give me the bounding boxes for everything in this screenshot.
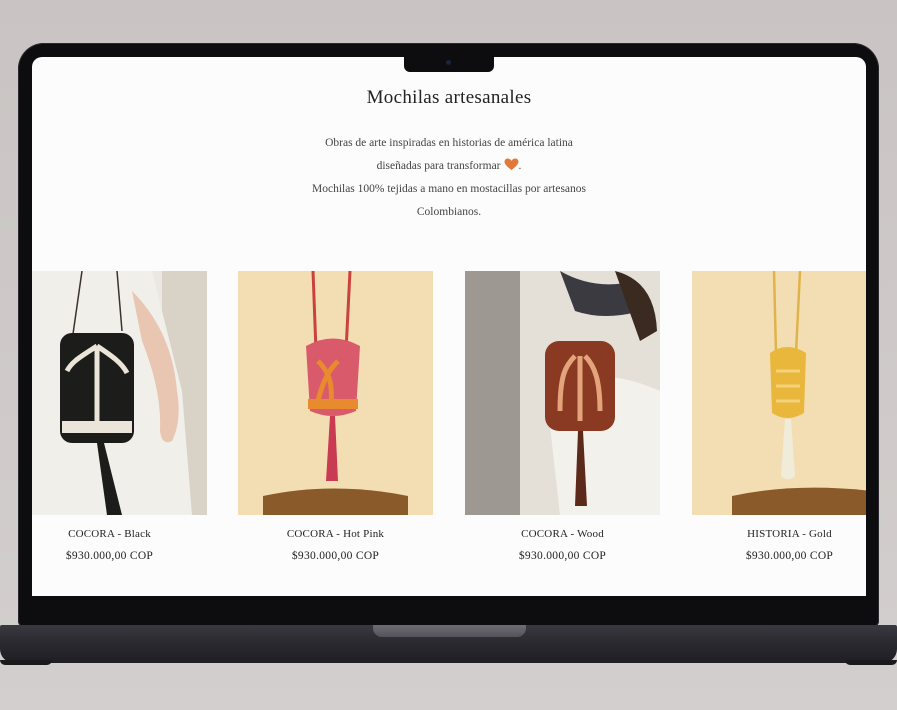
product-card[interactable]: COCORA - Black $930.000,00 COP [32, 271, 207, 562]
page-title: Mochilas artesanales [366, 87, 532, 108]
product-price: $930.000,00 COP [518, 550, 607, 562]
product-name[interactable]: COCORA - Hot Pink [238, 528, 433, 540]
product-name[interactable]: COCORA - Wood [465, 528, 660, 540]
intro-line-3: Mochilas 100% tejidas a mano en mostacil… [311, 183, 586, 195]
camera-icon [446, 60, 451, 65]
screen: Mochilas artesanales Obras de arte inspi… [32, 57, 866, 596]
camera-notch [404, 57, 494, 72]
laptop-foot [0, 660, 52, 665]
intro-line-4: Colombianos. [416, 206, 482, 218]
product-image[interactable] [32, 271, 207, 515]
laptop-hinge [373, 625, 526, 637]
product-card[interactable]: HISTORIA - Gold $930.000,00 COP [692, 271, 866, 562]
product-image[interactable] [465, 271, 660, 515]
product-name[interactable]: HISTORIA - Gold [692, 528, 866, 540]
product-image[interactable] [692, 271, 866, 515]
intro-line-2: diseñadas para transformar. [376, 158, 522, 172]
orange-heart-icon [504, 158, 518, 171]
product-card[interactable]: COCORA - Wood $930.000,00 COP [465, 271, 660, 562]
product-image[interactable] [238, 271, 433, 515]
intro-text: Obras de arte inspiradas en historias de… [32, 133, 866, 225]
intro-line-2-text: diseñadas para transformar [376, 160, 501, 172]
intro-line-1: Obras de arte inspiradas en historias de… [325, 137, 573, 149]
product-price: $930.000,00 COP [291, 550, 380, 562]
product-price: $930.000,00 COP [745, 550, 834, 562]
laptop-foot [845, 660, 897, 665]
product-price: $930.000,00 COP [65, 550, 154, 562]
product-card[interactable]: COCORA - Hot Pink $930.000,00 COP [238, 271, 433, 562]
product-name[interactable]: COCORA - Black [32, 528, 207, 540]
